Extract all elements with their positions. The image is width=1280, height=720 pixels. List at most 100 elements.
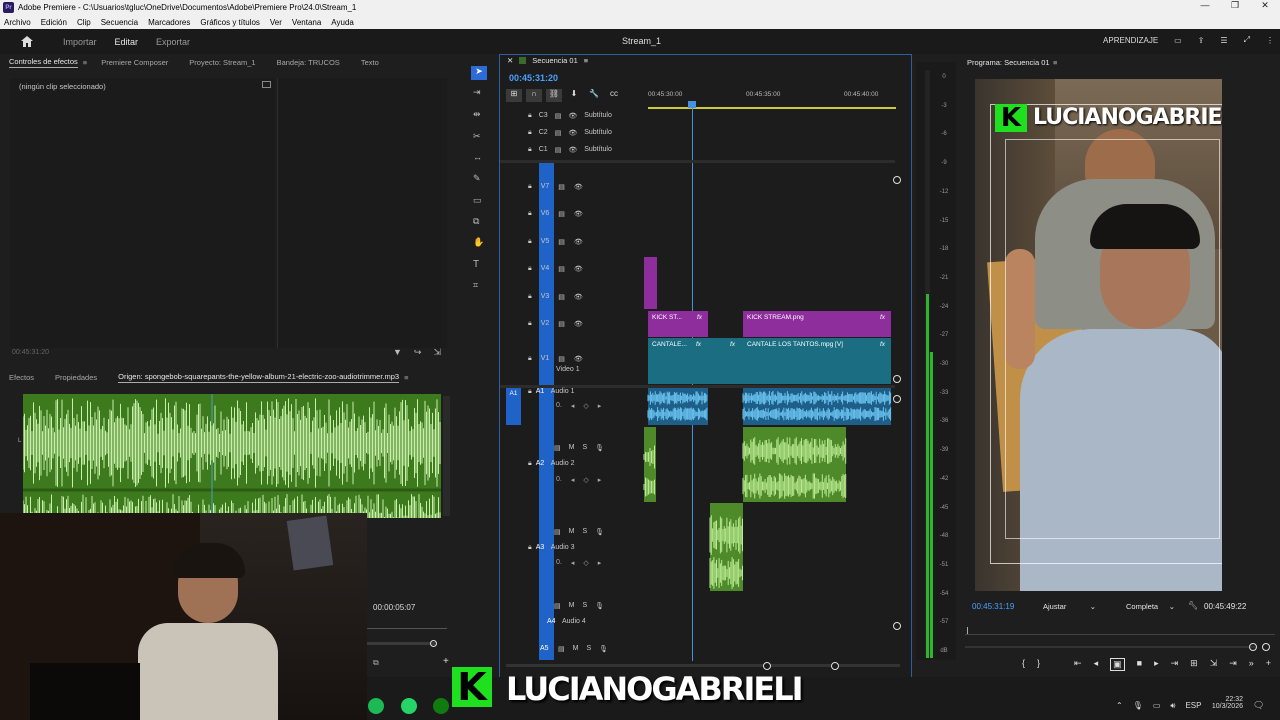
menu-archivo[interactable]: Archivo <box>4 18 31 27</box>
mark-in-icon[interactable]: { <box>1022 658 1025 671</box>
workspaces-icon[interactable]: ▭ <box>1174 36 1182 45</box>
fit-dropdown[interactable]: Ajustar ⌄ <box>1038 600 1100 614</box>
program-title[interactable]: Programa: Secuencia 01 <box>967 58 1050 67</box>
microphone-icon[interactable]: 🎙︎ <box>1133 701 1143 711</box>
menu-graficos[interactable]: Gráficos y títulos <box>200 18 260 27</box>
track-id[interactable]: V3 <box>541 293 550 301</box>
time-ruler[interactable]: 00:45:30:00 00:45:35:00 00:45:40:00 <box>648 91 896 111</box>
lock-icon[interactable]: 🔒︎ <box>528 238 532 246</box>
source-zoom-handle[interactable] <box>430 640 437 647</box>
lock-icon[interactable]: 🔒︎ <box>528 355 532 363</box>
video-scroll-handle-bottom[interactable] <box>893 375 901 383</box>
program-menu-icon[interactable]: ≡ <box>1053 58 1057 67</box>
work-area-bar[interactable] <box>648 107 896 109</box>
mark-out-icon[interactable]: } <box>1037 658 1040 671</box>
ripple-edit-tool-icon[interactable]: ⇹ <box>473 109 481 120</box>
lock-icon[interactable]: 🔒︎ <box>528 146 532 154</box>
track-output-icon[interactable]: ▤ <box>558 320 565 328</box>
audio-clips[interactable] <box>640 385 900 665</box>
lock-icon[interactable]: 🔒︎ <box>528 112 532 120</box>
home-icon[interactable] <box>21 36 33 47</box>
menu-ver[interactable]: Ver <box>270 18 282 27</box>
remix-tool-icon[interactable]: ⧉ <box>473 216 479 227</box>
lock-icon[interactable]: 🔒︎ <box>528 293 532 301</box>
track-output-icon[interactable]: ▤ <box>558 210 565 218</box>
lock-icon[interactable]: 🔒︎ <box>528 460 532 468</box>
lock-icon[interactable]: 🔒︎ <box>528 183 532 191</box>
source-scrollbar[interactable] <box>443 396 450 516</box>
more-icon[interactable]: ⋮ <box>1266 36 1274 45</box>
add-keyframe-icon[interactable]: ◇ <box>583 476 588 484</box>
next-keyframe-icon[interactable]: ▸ <box>598 402 602 410</box>
insert-icon[interactable]: ⇥ <box>1171 658 1179 671</box>
track-output-icon[interactable]: ▤ <box>558 238 565 246</box>
track-output-icon[interactable]: ▤ <box>558 293 565 301</box>
filter-icon[interactable]: ▼ <box>393 347 402 358</box>
add-button-icon[interactable]: + <box>1266 658 1271 671</box>
menu-ventana[interactable]: Ventana <box>292 18 321 27</box>
zoom-handle-end[interactable] <box>1262 643 1270 651</box>
clip-kick-stream-1[interactable]: KICK ST... fx <box>648 311 708 337</box>
lock-icon[interactable]: 🔒︎ <box>528 129 532 137</box>
track-id[interactable]: V1 <box>541 355 550 363</box>
source-panel-menu-icon[interactable]: ≡ <box>404 373 408 382</box>
razor-tool-icon[interactable]: ✂ <box>473 131 481 142</box>
caption-tool-icon[interactable]: ⌗ <box>473 280 478 291</box>
next-keyframe-icon[interactable]: ▸ <box>598 559 602 567</box>
close-sequence-icon[interactable]: ✕ <box>507 56 513 65</box>
track-id[interactable]: V6 <box>541 210 550 218</box>
spotify-icon[interactable] <box>368 698 384 714</box>
menu-ayuda[interactable]: Ayuda <box>331 18 354 27</box>
safe-margins-icon[interactable]: ▣ <box>1110 658 1125 671</box>
track-output-icon[interactable]: ▤ <box>554 444 561 452</box>
lock-icon[interactable]: 🔒︎ <box>528 544 532 552</box>
language-indicator[interactable]: ESP <box>1185 701 1201 711</box>
record-mic-icon[interactable]: 🎙︎ <box>595 602 604 610</box>
program-playhead[interactable] <box>967 627 968 634</box>
eye-icon[interactable]: 👁︎ <box>574 265 583 273</box>
source-add-icon[interactable]: + <box>443 656 449 667</box>
tab-properties[interactable]: Propiedades <box>55 373 97 382</box>
snap-icon[interactable]: ∩ <box>526 89 542 102</box>
program-zoom-bar[interactable] <box>965 646 1257 648</box>
volume-icon[interactable]: 🔊︎ <box>1170 701 1175 711</box>
track-output-icon[interactable]: ▤ <box>558 265 565 273</box>
clip-cantale-1[interactable]: CANTALE... fx fx <box>648 338 743 384</box>
lock-icon[interactable]: 🔒︎ <box>528 388 532 396</box>
track-output-icon[interactable]: ▤ <box>558 355 565 363</box>
eye-icon[interactable]: 👁︎ <box>574 293 583 301</box>
eye-icon[interactable]: 👁︎ <box>574 355 583 363</box>
solo-button[interactable]: S <box>582 602 587 610</box>
hscroll-handle-right[interactable] <box>831 662 839 670</box>
prev-keyframe-icon[interactable]: ◂ <box>571 402 575 410</box>
tab-effects[interactable]: Efectos <box>9 373 34 382</box>
close-button[interactable]: ✕ <box>1250 0 1280 11</box>
record-mic-icon[interactable]: 🎙︎ <box>595 528 604 536</box>
tab-project[interactable]: Proyecto: Stream_1 <box>189 58 255 67</box>
settings-wrench-icon[interactable]: 🔧︎ <box>1188 601 1198 610</box>
track-id[interactable]: A1 <box>536 388 547 396</box>
toggle-timeline-icon[interactable] <box>262 81 271 88</box>
play-only-audio-icon[interactable]: ↪ <box>414 347 422 358</box>
mute-button[interactable]: M <box>573 645 579 653</box>
source-settings-icon[interactable]: ⧉ <box>373 658 379 668</box>
track-id[interactable]: V2 <box>541 320 550 328</box>
lock-icon[interactable]: 🔒︎ <box>528 320 532 328</box>
record-mic-icon[interactable]: 🎙︎ <box>599 645 608 653</box>
prev-keyframe-icon[interactable]: ◂ <box>571 559 575 567</box>
mute-button[interactable]: M <box>569 444 575 452</box>
solo-button[interactable]: S <box>582 444 587 452</box>
tab-premiere-composer[interactable]: Premiere Composer <box>101 58 168 67</box>
timeline-hscroll[interactable] <box>506 664 900 667</box>
program-video-frame[interactable]: K LUCIANOGABRIELI <box>975 79 1222 591</box>
solo-button[interactable]: S <box>582 528 587 536</box>
track-output-icon[interactable]: ▤ <box>558 645 565 653</box>
hscroll-handle-left[interactable] <box>763 662 771 670</box>
quick-export-icon[interactable]: ⇪ <box>1198 36 1205 45</box>
overwrite-icon[interactable]: ⊞ <box>1190 658 1198 671</box>
minimize-button[interactable]: — <box>1190 0 1220 11</box>
step-back-icon[interactable]: ◂ <box>1094 658 1099 671</box>
sequence-tab[interactable]: ✕ Secuencia 01 ≡ <box>507 56 588 65</box>
lock-icon[interactable]: 🔒︎ <box>528 265 532 273</box>
track-id[interactable]: A3 <box>536 544 547 552</box>
